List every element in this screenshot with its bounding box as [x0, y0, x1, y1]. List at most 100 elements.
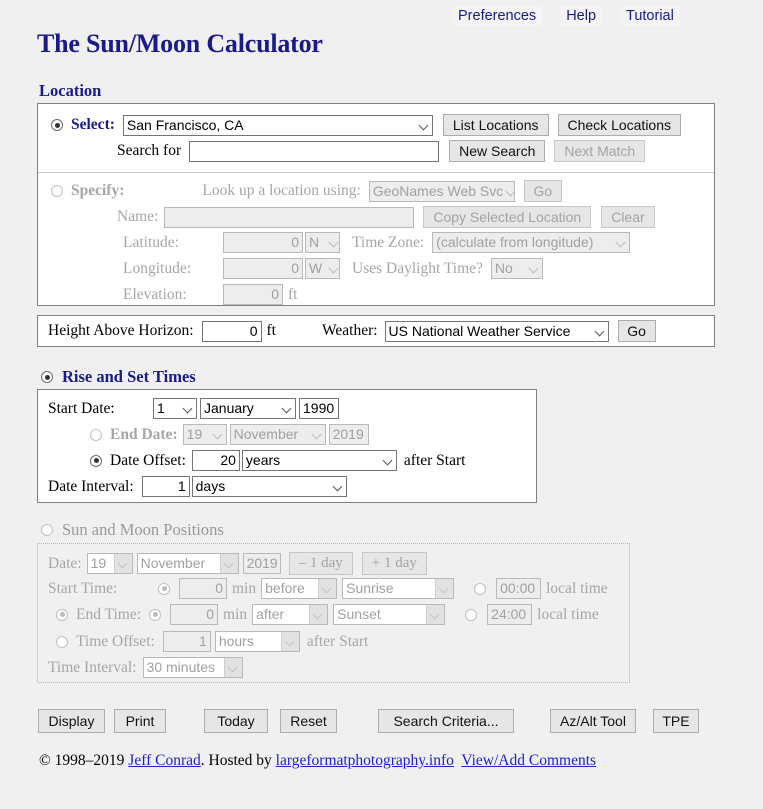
end-time-clock-radio[interactable]	[465, 608, 478, 621]
author-link[interactable]: Jeff Conrad	[128, 752, 200, 769]
date-offset-radio[interactable]	[90, 454, 102, 467]
end-time-clock-input[interactable]: 24:00	[487, 604, 533, 625]
search-criteria-button[interactable]: Search Criteria...	[378, 709, 514, 733]
start-time-clock-input[interactable]: 00:00	[496, 578, 542, 599]
start-time-relation-select[interactable]: before	[261, 578, 338, 599]
end-date-radio[interactable]	[90, 428, 102, 441]
chevron-down-icon	[330, 238, 339, 247]
weather-select[interactable]: US National Weather Service	[384, 320, 609, 342]
time-offset-units-select[interactable]: hours	[214, 631, 300, 652]
end-time-row: End Time: 0 min after Sunset 24:00 local…	[56, 604, 599, 625]
date-interval-row: Date Interval: 1 days	[48, 476, 347, 497]
chevron-down-icon	[330, 264, 339, 273]
start-date-day-select[interactable]: 1	[153, 398, 197, 419]
end-time-offset-input[interactable]: 0	[170, 604, 219, 625]
rise-set-legend-label: Rise and Set Times	[62, 367, 196, 386]
copy-selected-location-button[interactable]: Copy Selected Location	[423, 206, 592, 228]
chevron-down-icon	[223, 658, 242, 677]
weather-value: US National Weather Service	[388, 322, 571, 339]
weather-go-button[interactable]: Go	[617, 320, 656, 342]
host-link[interactable]: largeformatphotography.info	[276, 752, 454, 769]
chevron-down-icon	[596, 327, 605, 336]
time-offset-radio[interactable]	[56, 635, 68, 648]
rise-set-panel: Start Date: 1 January 1990 End Date: 19 …	[37, 389, 537, 503]
end-date-year-input[interactable]: 2019	[328, 424, 369, 445]
lookup-go-button[interactable]: Go	[523, 180, 562, 202]
nav-link-tutorial[interactable]: Tutorial	[620, 6, 680, 26]
end-date-month-select[interactable]: November	[229, 424, 326, 445]
start-time-offset-input[interactable]: 0	[179, 578, 227, 599]
horizon-input[interactable]: 0	[201, 320, 262, 342]
start-time-event-select[interactable]: Sunrise	[342, 578, 455, 599]
start-date-month-value: January	[204, 400, 254, 416]
display-button[interactable]: Display	[38, 709, 105, 733]
end-time-relation-select[interactable]: after	[252, 604, 329, 625]
list-locations-button[interactable]: List Locations	[442, 114, 549, 136]
print-button[interactable]: Print	[114, 709, 166, 733]
longitude-input[interactable]: 0	[223, 258, 303, 279]
plus-one-day-button[interactable]: + 1 day	[361, 552, 427, 575]
search-row: Search for New Search Next Match	[117, 140, 646, 162]
start-time-relative-radio[interactable]	[158, 582, 170, 595]
location-select[interactable]: San Francisco, CA	[122, 114, 433, 136]
check-locations-button[interactable]: Check Locations	[557, 114, 682, 136]
time-interval-label: Time Interval:	[48, 658, 137, 676]
start-time-clock-radio[interactable]	[474, 582, 487, 595]
horizon-row: Height Above Horizon: 0 ft Weather: US N…	[48, 320, 656, 342]
timezone-label: Time Zone:	[352, 233, 425, 251]
next-match-button[interactable]: Next Match	[554, 140, 646, 162]
latitude-input[interactable]: 0	[223, 232, 303, 253]
end-time-relative-radio[interactable]	[149, 608, 162, 621]
nav-link-help[interactable]: Help	[560, 6, 603, 26]
end-time-event-select[interactable]: Sunset	[333, 604, 446, 625]
lookup-service-select[interactable]: GeoNames Web Svc	[368, 180, 515, 202]
new-search-button[interactable]: New Search	[449, 140, 546, 162]
search-input[interactable]	[189, 140, 440, 162]
end-time-radio[interactable]	[56, 608, 68, 621]
daylight-time-select[interactable]: No	[490, 258, 543, 279]
timezone-select[interactable]: (calculate from longitude)	[432, 232, 631, 253]
clear-button[interactable]: Clear	[601, 206, 655, 228]
name-row: Name: Copy Selected Location Clear	[117, 206, 655, 228]
sun-moon-positions-radio[interactable]	[41, 524, 53, 536]
az-alt-tool-button[interactable]: Az/Alt Tool	[550, 709, 636, 733]
start-date-month-select[interactable]: January	[200, 398, 296, 419]
time-interval-row: Time Interval: 30 minutes	[48, 657, 243, 678]
date-interval-input[interactable]: 1	[141, 476, 190, 497]
latitude-hemisphere-select[interactable]: N	[305, 232, 340, 253]
positions-panel: Date: 19 November 2019 – 1 day + 1 day S…	[37, 543, 630, 683]
rise-set-times-radio[interactable]	[41, 371, 53, 383]
end-time-relation-value: after	[256, 606, 285, 622]
tpe-button[interactable]: TPE	[653, 709, 699, 733]
longitude-hemisphere-select[interactable]: W	[305, 258, 340, 279]
time-offset-input[interactable]: 1	[162, 631, 211, 652]
nav-link-preferences[interactable]: Preferences	[452, 6, 543, 26]
location-panel: Select: San Francisco, CA List Locations…	[37, 103, 715, 306]
positions-month-select[interactable]: November	[136, 553, 239, 574]
select-location-radio[interactable]	[51, 119, 63, 131]
chevron-down-icon	[318, 579, 337, 598]
date-offset-row: Date Offset: 20 years after Start	[90, 450, 465, 471]
view-add-comments-link[interactable]: View/Add Comments	[461, 752, 596, 769]
positions-year-input[interactable]: 2019	[242, 553, 281, 574]
start-time-event-value: Sunrise	[346, 580, 394, 596]
time-interval-select[interactable]: 30 minutes	[142, 657, 243, 678]
start-date-year-input[interactable]: 1990	[299, 398, 339, 419]
date-offset-units-select[interactable]: years	[241, 450, 397, 471]
specify-location-radio[interactable]	[51, 185, 63, 197]
daylight-time-value: No	[494, 260, 513, 276]
end-date-day-select[interactable]: 19	[182, 424, 227, 445]
date-interval-units-select[interactable]: days	[191, 476, 347, 497]
today-button[interactable]: Today	[204, 709, 268, 733]
chevron-down-icon	[219, 554, 238, 573]
rise-set-legend: Rise and Set Times	[41, 367, 196, 387]
chevron-down-icon	[617, 238, 626, 247]
sun-moon-calculator-page: Preferences Help Tutorial The Sun/Moon C…	[0, 0, 763, 809]
name-input[interactable]	[164, 206, 415, 228]
date-offset-input[interactable]: 20	[191, 450, 240, 471]
minus-one-day-button[interactable]: – 1 day	[288, 552, 353, 575]
positions-day-select[interactable]: 19	[86, 553, 133, 574]
elevation-input[interactable]: 0	[223, 284, 283, 305]
latitude-label: Latitude:	[123, 233, 179, 251]
reset-button[interactable]: Reset	[280, 709, 337, 733]
